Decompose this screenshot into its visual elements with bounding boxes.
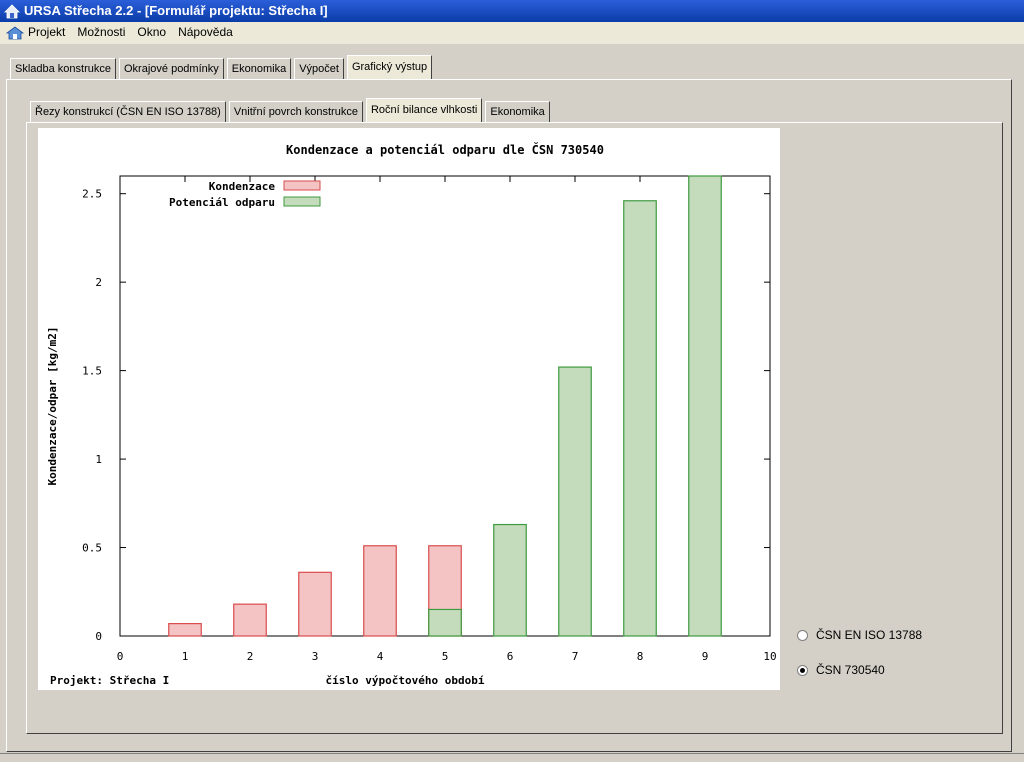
radio-button[interactable] [797,629,808,641]
bar-kondenzace-2 [233,603,267,637]
bar-kondenzace-4 [363,545,397,637]
menu-item-2[interactable]: Okno [137,25,166,39]
radio-option-0[interactable]: ČSN EN ISO 13788 [797,626,922,644]
app-icon [4,4,20,19]
radio-option-1[interactable]: ČSN 730540 [797,661,922,679]
y-tick-label: 2 [95,276,102,289]
standard-selector: ČSN EN ISO 13788 ČSN 730540 [797,626,922,696]
x-tick-label: 4 [377,650,384,663]
tab-main-2[interactable]: Ekonomika [226,58,292,79]
tab-main-0[interactable]: Skladba konstrukce [10,58,116,79]
x-tick-label: 7 [572,650,579,663]
x-tick-label: 10 [763,650,776,663]
x-tick-label: 2 [247,650,254,663]
bar-odpar-5 [428,608,462,637]
tab-sub-0[interactable]: Řezy konstrukcí (ČSN EN ISO 13788) [30,101,226,122]
x-tick-label: 5 [442,650,449,663]
moisture-balance-chart: Kondenzace a potenciál odparu dle ČSN 73… [46,142,777,687]
sub-tabs: Řezy konstrukcí (ČSN EN ISO 13788) Vnitřn… [30,98,553,122]
menu-items: Projekt Možnosti Okno Nápověda [28,25,245,39]
radio-label: ČSN EN ISO 13788 [816,628,923,642]
x-tick-label: 6 [507,650,514,663]
chart-footer: Projekt: Střecha I [50,674,169,687]
x-tick-label: 9 [702,650,709,663]
menu-item-1[interactable]: Možnosti [77,25,125,39]
tab-main-1[interactable]: Okrajové podmínky [119,58,224,79]
y-axis-label: Kondenzace/odpar [kg/m2] [46,327,59,486]
tab-main-4[interactable]: Grafický výstup [346,55,433,79]
title-bar: URSA Střecha 2.2 - [Formulář projektu: S… [0,0,1024,22]
radio-label: ČSN 730540 [816,663,885,677]
legend-label: Potenciál odparu [169,196,275,209]
main-tabs: Skladba konstrukce Okrajové podmínky Ekono… [10,55,435,79]
tab-sub-3[interactable]: Ekonomika [485,101,550,122]
legend-swatch [283,196,321,207]
radio-button[interactable] [797,664,808,676]
menu-item-3[interactable]: Nápověda [178,25,233,39]
y-tick-label: 2.5 [82,188,102,201]
document-icon[interactable] [6,25,24,41]
bar-odpar-6 [493,523,527,637]
x-tick-label: 0 [117,650,124,663]
bar-odpar-7 [558,366,592,637]
tab-main-3[interactable]: Výpočet [294,58,344,79]
bar-kondenzace-1 [168,623,202,637]
y-tick-label: 0.5 [82,542,102,555]
menu-bar: Projekt Možnosti Okno Nápověda [0,22,1024,44]
y-tick-label: 0 [95,630,102,643]
y-tick-label: 1.5 [82,365,102,378]
bar-odpar-9 [688,175,722,637]
window-title: URSA Střecha 2.2 - [Formulář projektu: S… [24,3,328,18]
x-tick-label: 1 [182,650,189,663]
tab-sub-2[interactable]: Roční bilance vlhkosti [365,98,483,122]
x-tick-label: 3 [312,650,319,663]
legend-label: Kondenzace [209,180,276,193]
x-tick-label: 8 [637,650,644,663]
y-tick-label: 1 [95,453,102,466]
chart-area: Kondenzace a potenciál odparu dle ČSN 73… [38,128,780,690]
x-axis-label: číslo výpočtového období [326,674,485,687]
tab-sub-1[interactable]: Vnitřní povrch konstrukce [228,101,363,122]
chart-title: Kondenzace a potenciál odparu dle ČSN 73… [286,142,604,157]
legend-swatch [283,180,321,191]
bar-odpar-8 [623,200,657,637]
menu-item-0[interactable]: Projekt [28,25,65,39]
bar-kondenzace-3 [298,571,332,637]
